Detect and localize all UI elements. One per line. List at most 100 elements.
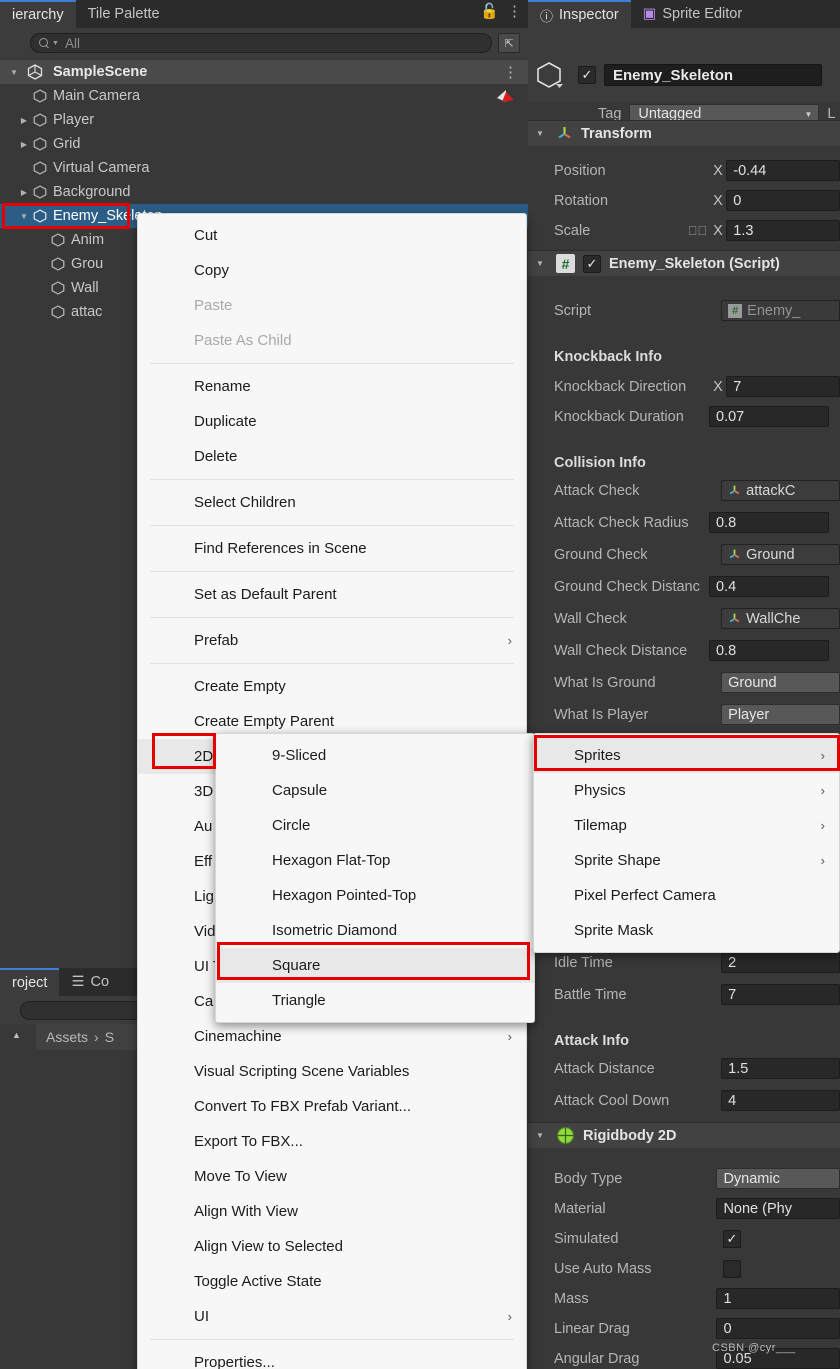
menu-item-visual-scripting-scene-variables[interactable]: Visual Scripting Scene Variables (138, 1054, 526, 1089)
menu-item-prefab[interactable]: Prefab › (138, 623, 526, 658)
menu-item-label: Hexagon Pointed-Top (272, 887, 417, 904)
submenu-sprites[interactable]: Sprites › Physics › Tilemap › Sprite Shape ›… (533, 733, 840, 953)
hierarchy-item-player[interactable]: ▶ Player (0, 108, 528, 132)
foldout-icon[interactable]: ▼ (536, 1131, 548, 1140)
tab-hierarchy[interactable]: ierarchy (0, 0, 76, 28)
lock-open-icon[interactable]: 🔓 (480, 4, 499, 19)
rotation-x-field[interactable]: 0 (726, 190, 840, 211)
idle-time-field[interactable]: 2 (721, 952, 840, 973)
gameobject-icon (33, 185, 47, 199)
kebab-menu-icon[interactable]: ⋮ (507, 4, 522, 19)
menu-item-rename[interactable]: Rename (138, 369, 526, 404)
attack-check-radius-field[interactable]: 0.8 (709, 512, 829, 533)
attack-check-object-field[interactable]: attackC (721, 480, 840, 501)
menu-item-hexagon-flat-top[interactable]: Hexagon Flat-Top (216, 843, 534, 878)
menu-item-convert-to-fbx-prefab-variant[interactable]: Convert To FBX Prefab Variant... (138, 1089, 526, 1124)
material-object-field[interactable]: None (Phy (716, 1198, 840, 1219)
component-header-rigidbody-2d[interactable]: ▼ Rigidbody 2D (528, 1122, 840, 1148)
menu-item-pixel-perfect-camera[interactable]: Pixel Perfect Camera (534, 878, 839, 913)
tab-tile-palette[interactable]: Tile Palette (75, 0, 172, 28)
menu-item-ui[interactable]: UI › (138, 1299, 526, 1334)
menu-item-create-empty[interactable]: Create Empty (138, 669, 526, 704)
ground-check-distance-field[interactable]: 0.4 (709, 576, 829, 597)
menu-item-sprite-mask[interactable]: Sprite Mask (534, 913, 839, 948)
body-type-dropdown[interactable]: Dynamic (716, 1168, 840, 1189)
menu-item-sprite-shape[interactable]: Sprite Shape › (534, 843, 839, 878)
tab-project[interactable]: roject (0, 968, 60, 996)
wall-check-distance-field[interactable]: 0.8 (709, 640, 829, 661)
tab-inspector[interactable]: ⓘ Inspector (528, 0, 631, 28)
menu-item-delete[interactable]: Delete (138, 439, 526, 474)
script-object-field[interactable]: # Enemy_ (721, 300, 840, 321)
twisty-icon[interactable]: ▼ (16, 212, 32, 221)
battle-time-field[interactable]: 7 (721, 984, 840, 1005)
menu-item-cinemachine[interactable]: Cinemachine › (138, 1019, 526, 1054)
linear-drag-field[interactable]: 0 (716, 1318, 840, 1339)
hierarchy-item-grid[interactable]: ▶ Grid (0, 132, 528, 156)
what-is-ground-dropdown[interactable]: Ground (721, 672, 840, 693)
popout-icon[interactable]: ⇱ (498, 33, 520, 53)
menu-item-toggle-active-state[interactable]: Toggle Active State (138, 1264, 526, 1299)
menu-item-physics[interactable]: Physics › (534, 773, 839, 808)
menu-item-move-to-view[interactable]: Move To View (138, 1159, 526, 1194)
attack-distance-field[interactable]: 1.5 (721, 1058, 840, 1079)
breadcrumb-assets[interactable]: Assets (46, 1029, 88, 1045)
menu-item-isometric-diamond[interactable]: Isometric Diamond (216, 913, 534, 948)
menu-item-9-sliced[interactable]: 9-Sliced (216, 738, 534, 773)
simulated-checkbox[interactable]: ✓ (723, 1229, 741, 1248)
menu-item-square[interactable]: Square (216, 948, 534, 983)
menu-item-set-as-default-parent[interactable]: Set as Default Parent (138, 577, 526, 612)
scroll-up-icon[interactable]: ▲ (12, 1030, 21, 1040)
menu-item-cut[interactable]: Cut (138, 218, 526, 253)
use-auto-mass-checkbox[interactable]: ✓ (723, 1259, 741, 1278)
menu-item-hexagon-pointed-top[interactable]: Hexagon Pointed-Top (216, 878, 534, 913)
script-enabled-checkbox[interactable]: ✓ (583, 254, 601, 273)
what-is-player-dropdown[interactable]: Player (721, 704, 840, 725)
menu-item-circle[interactable]: Circle (216, 808, 534, 843)
attack-cool-down-field[interactable]: 4 (721, 1090, 840, 1111)
menu-item-align-view-to-selected[interactable]: Align View to Selected (138, 1229, 526, 1264)
property-row-script: Script # Enemy_ (528, 296, 840, 325)
hierarchy-item-main-camera[interactable]: Main Camera (0, 84, 528, 108)
wall-check-object-field[interactable]: WallChe (721, 608, 840, 629)
knockback-direction-x-field[interactable]: 7 (726, 376, 840, 397)
submenu-2d[interactable]: 9-Sliced Capsule Circle Hexagon Flat-Top… (215, 733, 535, 1023)
menu-item-duplicate[interactable]: Duplicate (138, 404, 526, 439)
menu-item-tilemap[interactable]: Tilemap › (534, 808, 839, 843)
tab-console[interactable]: ☰ Co (59, 968, 122, 996)
hierarchy-item-label: Main Camera (53, 88, 141, 104)
scene-root-row[interactable]: ▼ SampleScene ⋮ (0, 60, 528, 84)
menu-item-find-references-in-scene[interactable]: Find References in Scene (138, 531, 526, 566)
menu-item-properties[interactable]: Properties... (138, 1345, 526, 1369)
scene-kebab-icon[interactable]: ⋮ (503, 65, 518, 80)
breadcrumb-folder[interactable]: S (105, 1029, 114, 1045)
menu-item-copy[interactable]: Copy (138, 253, 526, 288)
object-name-field[interactable]: Enemy_Skeleton (604, 64, 822, 86)
ground-check-object-field[interactable]: Ground (721, 544, 840, 565)
hierarchy-item-background[interactable]: ▶ Background (0, 180, 528, 204)
menu-item-triangle[interactable]: Triangle (216, 983, 534, 1018)
menu-item-export-to-fbx[interactable]: Export To FBX... (138, 1124, 526, 1159)
hierarchy-item-virtual-camera[interactable]: Virtual Camera (0, 156, 528, 180)
link-off-icon[interactable]: 👁⃠ (688, 223, 708, 238)
component-header-transform[interactable]: ▼ Transform (528, 120, 840, 146)
menu-item-capsule[interactable]: Capsule (216, 773, 534, 808)
twisty-icon[interactable]: ▶ (16, 116, 32, 125)
foldout-icon[interactable]: ▼ (536, 259, 548, 268)
object-enabled-checkbox[interactable]: ✓ (578, 66, 596, 84)
menu-item-select-children[interactable]: Select Children (138, 485, 526, 520)
mass-field[interactable]: 1 (716, 1288, 840, 1309)
twisty-icon[interactable]: ▶ (16, 140, 32, 149)
twisty-icon[interactable]: ▶ (16, 188, 32, 197)
foldout-icon[interactable]: ▼ (536, 129, 548, 138)
component-header-enemy-skeleton-script[interactable]: ▼ # ✓ Enemy_Skeleton (Script) (528, 250, 840, 276)
knockback-duration-field[interactable]: 0.07 (709, 406, 829, 427)
tab-sprite-editor[interactable]: ▣ Sprite Editor (630, 0, 755, 28)
scale-x-field[interactable]: 1.3 (726, 220, 840, 241)
position-x-field[interactable]: -0.44 (726, 160, 840, 181)
menu-item-label: Create Empty (194, 678, 286, 695)
menu-item-align-with-view[interactable]: Align With View (138, 1194, 526, 1229)
search-input[interactable]: ▼ All (30, 33, 492, 53)
menu-item-sprites[interactable]: Sprites › (534, 738, 839, 773)
scene-twisty-icon[interactable]: ▼ (6, 68, 22, 77)
